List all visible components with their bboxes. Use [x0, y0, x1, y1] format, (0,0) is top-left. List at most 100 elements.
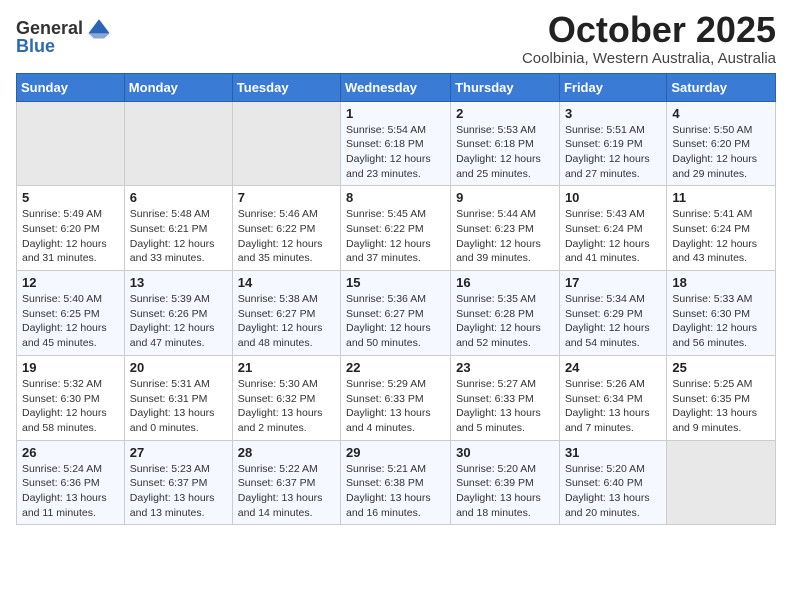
day-number: 7 [238, 190, 335, 205]
day-info: Sunrise: 5:25 AM Sunset: 6:35 PM Dayligh… [672, 377, 770, 436]
calendar-cell: 15 Sunrise: 5:36 AM Sunset: 6:27 PM Dayli… [341, 271, 451, 356]
calendar-cell: 30 Sunrise: 5:20 AM Sunset: 6:39 PM Dayli… [451, 440, 560, 525]
calendar-cell: 18 Sunrise: 5:33 AM Sunset: 6:30 PM Dayli… [667, 271, 776, 356]
day-info: Sunrise: 5:45 AM Sunset: 6:22 PM Dayligh… [346, 207, 445, 266]
week-row-4: 19 Sunrise: 5:32 AM Sunset: 6:30 PM Dayli… [17, 355, 776, 440]
day-info: Sunrise: 5:29 AM Sunset: 6:33 PM Dayligh… [346, 377, 445, 436]
logo-icon [85, 14, 113, 42]
day-info: Sunrise: 5:20 AM Sunset: 6:40 PM Dayligh… [565, 462, 661, 521]
day-info: Sunrise: 5:32 AM Sunset: 6:30 PM Dayligh… [22, 377, 119, 436]
calendar-cell: 22 Sunrise: 5:29 AM Sunset: 6:33 PM Dayli… [341, 355, 451, 440]
day-number: 27 [130, 445, 227, 460]
calendar-cell: 9 Sunrise: 5:44 AM Sunset: 6:23 PM Daylig… [451, 186, 560, 271]
calendar-cell: 14Sunrise: 5:38 AM Sunset: 6:27 PM Dayli… [232, 271, 340, 356]
day-info: Sunrise: 5:24 AM Sunset: 6:36 PM Dayligh… [22, 462, 119, 521]
weekday-tuesday: Tuesday [232, 73, 340, 101]
day-info: Sunrise: 5:26 AM Sunset: 6:34 PM Dayligh… [565, 377, 661, 436]
day-info: Sunrise: 5:34 AM Sunset: 6:29 PM Dayligh… [565, 292, 661, 351]
calendar-cell: 11 Sunrise: 5:41 AM Sunset: 6:24 PM Dayli… [667, 186, 776, 271]
day-info: Sunrise: 5:27 AM Sunset: 6:33 PM Dayligh… [456, 377, 554, 436]
day-info: Sunrise: 5:36 AM Sunset: 6:27 PM Dayligh… [346, 292, 445, 351]
calendar-cell: 21 Sunrise: 5:30 AM Sunset: 6:32 PM Dayli… [232, 355, 340, 440]
day-info: Sunrise: 5:33 AM Sunset: 6:30 PM Dayligh… [672, 292, 770, 351]
calendar-cell: 26 Sunrise: 5:24 AM Sunset: 6:36 PM Dayli… [17, 440, 125, 525]
day-number: 26 [22, 445, 119, 460]
day-number: 20 [130, 360, 227, 375]
calendar-cell: 4Sunrise: 5:50 AM Sunset: 6:20 PM Daylig… [667, 101, 776, 186]
calendar-cell: 17Sunrise: 5:34 AM Sunset: 6:29 PM Dayli… [559, 271, 666, 356]
weekday-sunday: Sunday [17, 73, 125, 101]
calendar-cell [124, 101, 232, 186]
day-number: 29 [346, 445, 445, 460]
weekday-friday: Friday [559, 73, 666, 101]
day-number: 19 [22, 360, 119, 375]
week-row-2: 5 Sunrise: 5:49 AM Sunset: 6:20 PM Daylig… [17, 186, 776, 271]
calendar-cell: 20Sunrise: 5:31 AM Sunset: 6:31 PM Dayli… [124, 355, 232, 440]
calendar-cell: 2 Sunrise: 5:53 AM Sunset: 6:18 PM Daylig… [451, 101, 560, 186]
day-number: 25 [672, 360, 770, 375]
calendar: SundayMondayTuesdayWednesdayThursdayFrid… [16, 73, 776, 526]
weekday-monday: Monday [124, 73, 232, 101]
day-info: Sunrise: 5:41 AM Sunset: 6:24 PM Dayligh… [672, 207, 770, 266]
day-info: Sunrise: 5:54 AM Sunset: 6:18 PM Dayligh… [346, 123, 445, 182]
day-info: Sunrise: 5:35 AM Sunset: 6:28 PM Dayligh… [456, 292, 554, 351]
day-number: 21 [238, 360, 335, 375]
calendar-cell: 10 Sunrise: 5:43 AM Sunset: 6:24 PM Dayli… [559, 186, 666, 271]
calendar-cell: 12 Sunrise: 5:40 AM Sunset: 6:25 PM Dayli… [17, 271, 125, 356]
day-number: 23 [456, 360, 554, 375]
day-number: 5 [22, 190, 119, 205]
day-number: 2 [456, 106, 554, 121]
day-number: 13 [130, 275, 227, 290]
calendar-cell: 3 Sunrise: 5:51 AM Sunset: 6:19 PM Daylig… [559, 101, 666, 186]
day-number: 9 [456, 190, 554, 205]
calendar-cell: 6 Sunrise: 5:48 AM Sunset: 6:21 PM Daylig… [124, 186, 232, 271]
day-info: Sunrise: 5:53 AM Sunset: 6:18 PM Dayligh… [456, 123, 554, 182]
calendar-cell [17, 101, 125, 186]
calendar-cell: 31 Sunrise: 5:20 AM Sunset: 6:40 PM Dayli… [559, 440, 666, 525]
day-info: Sunrise: 5:30 AM Sunset: 6:32 PM Dayligh… [238, 377, 335, 436]
day-info: Sunrise: 5:20 AM Sunset: 6:39 PM Dayligh… [456, 462, 554, 521]
day-number: 12 [22, 275, 119, 290]
day-info: Sunrise: 5:48 AM Sunset: 6:21 PM Dayligh… [130, 207, 227, 266]
calendar-cell [232, 101, 340, 186]
day-number: 30 [456, 445, 554, 460]
day-number: 8 [346, 190, 445, 205]
day-number: 10 [565, 190, 661, 205]
page: General Blue October 2025 Coolbinia, Wes… [0, 0, 792, 541]
day-number: 6 [130, 190, 227, 205]
day-info: Sunrise: 5:49 AM Sunset: 6:20 PM Dayligh… [22, 207, 119, 266]
calendar-cell: 19 Sunrise: 5:32 AM Sunset: 6:30 PM Dayli… [17, 355, 125, 440]
day-number: 14 [238, 275, 335, 290]
logo: General Blue [16, 14, 113, 57]
day-number: 18 [672, 275, 770, 290]
week-row-1: 1 Sunrise: 5:54 AM Sunset: 6:18 PM Daylig… [17, 101, 776, 186]
calendar-cell: 25 Sunrise: 5:25 AM Sunset: 6:35 PM Dayli… [667, 355, 776, 440]
calendar-cell [667, 440, 776, 525]
calendar-cell: 13 Sunrise: 5:39 AM Sunset: 6:26 PM Dayli… [124, 271, 232, 356]
day-number: 28 [238, 445, 335, 460]
day-info: Sunrise: 5:43 AM Sunset: 6:24 PM Dayligh… [565, 207, 661, 266]
day-number: 11 [672, 190, 770, 205]
week-row-5: 26 Sunrise: 5:24 AM Sunset: 6:36 PM Dayli… [17, 440, 776, 525]
calendar-cell: 29 Sunrise: 5:21 AM Sunset: 6:38 PM Dayli… [341, 440, 451, 525]
calendar-cell: 28Sunrise: 5:22 AM Sunset: 6:37 PM Dayli… [232, 440, 340, 525]
calendar-cell: 8 Sunrise: 5:45 AM Sunset: 6:22 PM Daylig… [341, 186, 451, 271]
day-info: Sunrise: 5:44 AM Sunset: 6:23 PM Dayligh… [456, 207, 554, 266]
title-block: October 2025 Coolbinia, Western Australi… [522, 10, 776, 67]
day-info: Sunrise: 5:40 AM Sunset: 6:25 PM Dayligh… [22, 292, 119, 351]
header: General Blue October 2025 Coolbinia, Wes… [16, 10, 776, 67]
day-number: 16 [456, 275, 554, 290]
day-info: Sunrise: 5:51 AM Sunset: 6:19 PM Dayligh… [565, 123, 661, 182]
day-info: Sunrise: 5:21 AM Sunset: 6:38 PM Dayligh… [346, 462, 445, 521]
calendar-cell: 23 Sunrise: 5:27 AM Sunset: 6:33 PM Dayli… [451, 355, 560, 440]
calendar-cell: 27Sunrise: 5:23 AM Sunset: 6:37 PM Dayli… [124, 440, 232, 525]
day-number: 15 [346, 275, 445, 290]
calendar-cell: 7 Sunrise: 5:46 AM Sunset: 6:22 PM Daylig… [232, 186, 340, 271]
day-number: 1 [346, 106, 445, 121]
calendar-cell: 24Sunrise: 5:26 AM Sunset: 6:34 PM Dayli… [559, 355, 666, 440]
day-info: Sunrise: 5:46 AM Sunset: 6:22 PM Dayligh… [238, 207, 335, 266]
day-number: 22 [346, 360, 445, 375]
day-number: 31 [565, 445, 661, 460]
day-info: Sunrise: 5:39 AM Sunset: 6:26 PM Dayligh… [130, 292, 227, 351]
day-number: 3 [565, 106, 661, 121]
